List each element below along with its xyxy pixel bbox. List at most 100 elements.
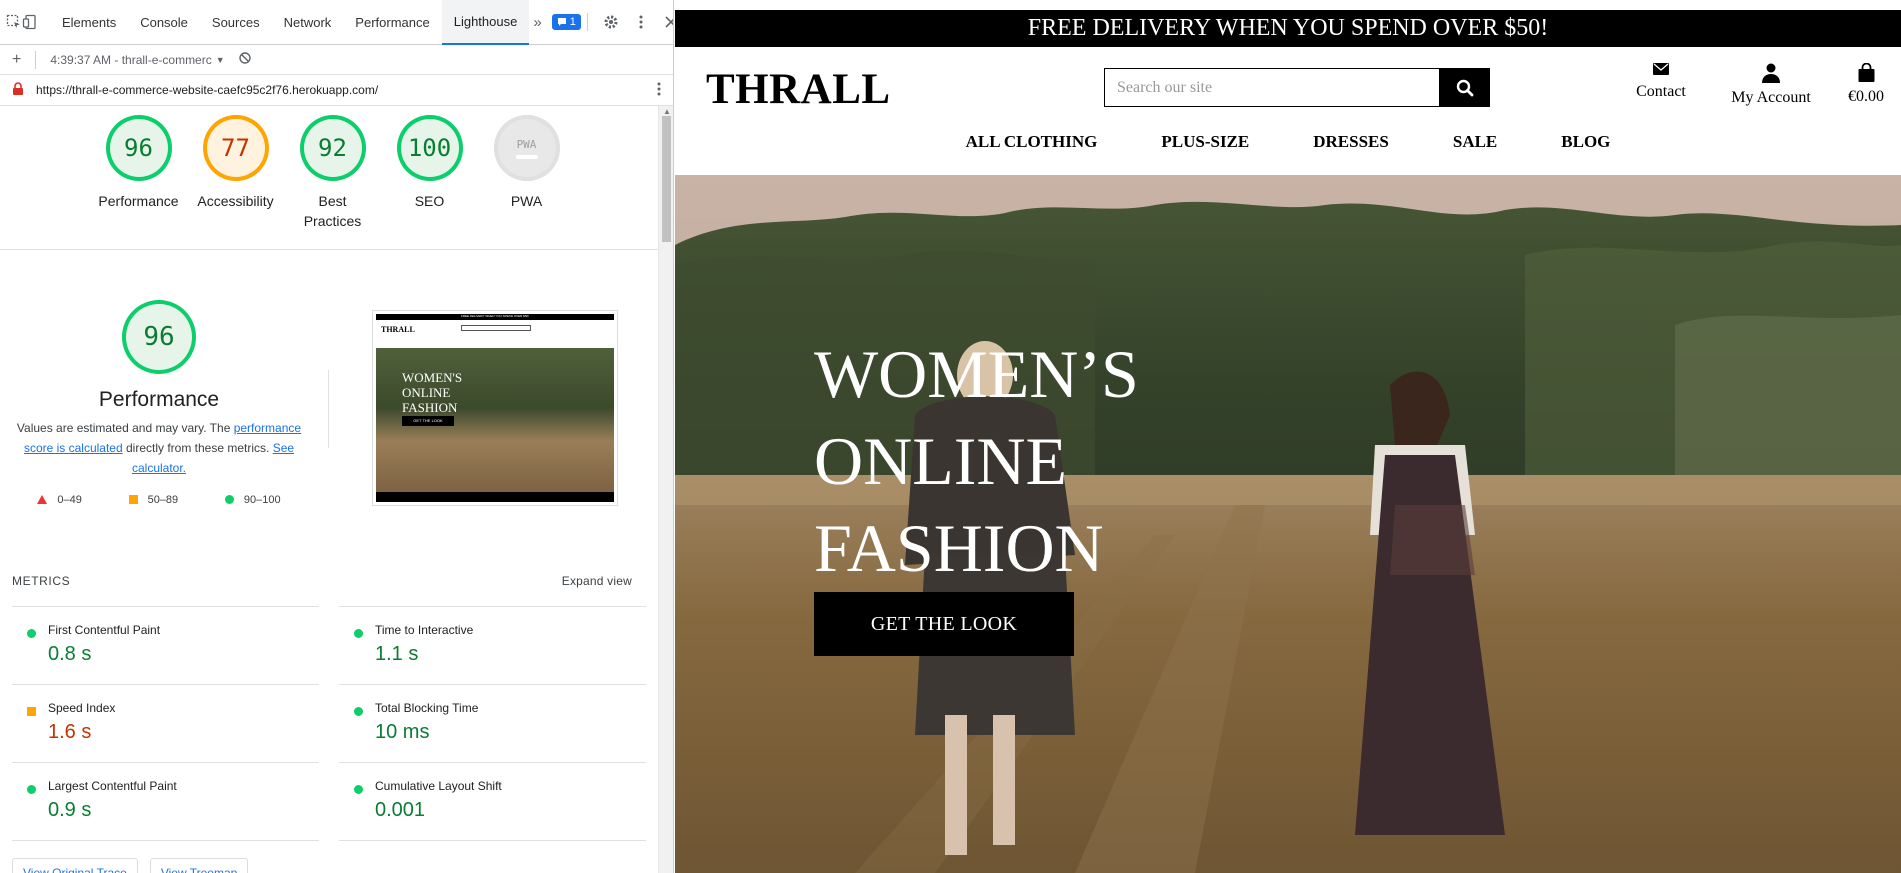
metric-value: 1.6 s <box>48 721 92 743</box>
cart-link[interactable]: €0.00 <box>1831 63 1901 107</box>
metric-label: Total Blocking Time <box>375 701 479 715</box>
gauge-label: SEO <box>414 193 445 209</box>
hero-title-line: FASHION <box>814 510 1104 586</box>
view-treemap-button[interactable]: View Treemap <box>149 858 249 873</box>
device-toolbar-icon[interactable] <box>22 9 38 35</box>
gauge-label: Accessibility <box>197 193 274 209</box>
performance-score-ring: 96 <box>122 300 196 374</box>
hero-title: WOMEN’S ONLINE FASHION <box>814 331 1334 592</box>
orange-square-icon <box>128 495 138 504</box>
search-button[interactable] <box>1440 68 1490 107</box>
legend-label: 0–49 <box>57 494 82 506</box>
pwa-dash <box>515 154 538 159</box>
performance-summary: 96 Performance Values are estimated and … <box>14 300 304 506</box>
gauge-performance[interactable]: 96 Performance <box>90 115 187 249</box>
metric-value: 0.9 s <box>48 799 92 821</box>
my-account-link[interactable]: My Account <box>1717 63 1825 107</box>
user-icon <box>1762 63 1780 83</box>
orange-square-icon <box>27 707 36 716</box>
thumbnail-footer <box>376 492 614 502</box>
tab-performance[interactable]: Performance <box>343 0 441 45</box>
tab-console[interactable]: Console <box>128 0 200 45</box>
metric-label: Speed Index <box>48 701 116 715</box>
toolbar-divider <box>586 13 588 31</box>
clear-all-icon[interactable] <box>238 52 251 67</box>
settings-gear-icon[interactable] <box>598 9 624 35</box>
issues-badge[interactable]: 1 <box>551 14 581 30</box>
report-scrollbar[interactable]: ▲ <box>658 106 673 873</box>
gauge-label: Performance <box>98 193 179 209</box>
scroll-up-icon[interactable]: ▲ <box>663 107 671 116</box>
green-circle-icon <box>27 629 36 638</box>
nav-item-plus-size[interactable]: PLUS-SIZE <box>1129 132 1281 152</box>
final-screenshot-thumbnail[interactable]: FREE DELIVERY WHEN YOU SPEND OVER $50! T… <box>372 310 618 506</box>
green-circle-icon <box>27 785 36 794</box>
nav-item-sale[interactable]: SALE <box>1421 132 1529 152</box>
search-form <box>1104 68 1490 107</box>
tab-lighthouse[interactable]: Lighthouse <box>441 0 530 45</box>
contact-link[interactable]: Contact <box>1607 63 1715 107</box>
site-logo[interactable]: THRALL <box>706 65 891 114</box>
report-time: 4:39:37 AM - thrall-e-commerc <box>50 52 212 67</box>
report-selector[interactable]: 4:39:37 AM - thrall-e-commerc ▼ <box>50 53 224 67</box>
report-actions: View Original Trace View Treemap <box>12 858 249 873</box>
view-original-trace-button[interactable]: View Original Trace <box>12 858 138 873</box>
envelope-icon <box>1653 63 1669 75</box>
scrollbar-thumb[interactable] <box>662 116 671 242</box>
close-icon[interactable] <box>658 9 673 35</box>
red-triangle-icon <box>37 495 48 504</box>
tab-sources[interactable]: Sources <box>200 0 272 45</box>
metric-label: Time to Interactive <box>375 623 474 637</box>
inspect-element-icon[interactable] <box>6 9 22 35</box>
legend-average: 50–89 <box>128 494 178 506</box>
nav-item-all-clothing[interactable]: ALL CLOTHING <box>934 132 1130 152</box>
gauge-label: Best Practices <box>303 193 362 229</box>
divider <box>12 840 319 841</box>
metric-value: 0.8 s <box>48 643 92 665</box>
metric-value: 1.1 s <box>375 643 419 665</box>
issues-count: 1 <box>569 16 576 28</box>
pwa-badge-icon: PWA <box>493 115 560 181</box>
pwa-badge-text: PWA <box>516 137 537 151</box>
green-circle-icon <box>354 707 363 716</box>
tab-elements[interactable]: Elements <box>50 0 128 45</box>
thumbnail-hero: WOMEN'S ONLINE FASHION GET THE LOOK <box>376 348 614 498</box>
promo-banner: FREE DELIVERY WHEN YOU SPEND OVER $50! <box>675 10 1901 47</box>
metric-speed-index: Speed Index 1.6 s <box>12 684 319 762</box>
nav-item-dresses[interactable]: DRESSES <box>1281 132 1421 152</box>
get-the-look-button[interactable]: GET THE LOOK <box>814 592 1074 656</box>
cart-total: €0.00 <box>1848 88 1884 105</box>
gauge-best-practices[interactable]: 92 Best Practices <box>284 115 381 249</box>
nav-item-blog[interactable]: BLOG <box>1529 132 1642 152</box>
green-circle-icon <box>224 495 234 504</box>
more-tabs-icon[interactable]: » <box>533 14 541 31</box>
legend-pass: 90–100 <box>224 494 281 506</box>
score-ring: 92 <box>299 115 366 181</box>
gauge-accessibility[interactable]: 77 Accessibility <box>187 115 284 249</box>
thumbnail-search <box>461 325 531 331</box>
thumbnail-header: THRALL <box>376 320 614 348</box>
desc-text: Values are estimated and may vary. The <box>16 421 234 435</box>
gauge-seo[interactable]: 100 SEO <box>381 115 478 249</box>
search-input[interactable] <box>1104 68 1440 107</box>
hero-title-line: ONLINE <box>814 423 1068 499</box>
thumbnail-hero-title: WOMEN'S ONLINE FASHION <box>402 370 463 415</box>
expand-view-toggle[interactable]: Expand view <box>562 574 632 588</box>
tab-network[interactable]: Network <box>272 0 344 45</box>
devtools-tab-bar: Elements Console Sources Network Perform… <box>0 0 673 45</box>
hero-section: WOMEN’S ONLINE FASHION GET THE LOOK <box>675 175 1901 873</box>
score-gauges: 96 Performance 77 Accessibility 92 Best … <box>0 106 658 250</box>
new-report-icon[interactable]: + <box>12 51 21 69</box>
metrics-title: METRICS <box>12 574 71 588</box>
dropdown-caret-icon: ▼ <box>215 54 225 65</box>
kebab-menu-icon[interactable] <box>628 9 654 35</box>
message-icon <box>557 18 566 26</box>
gauge-pwa[interactable]: PWA PWA <box>478 115 575 249</box>
thumbnail-content: FREE DELIVERY WHEN YOU SPEND OVER $50! T… <box>376 314 614 502</box>
devtools-actions <box>581 9 673 35</box>
url-menu-icon[interactable] <box>657 82 661 99</box>
report-url[interactable]: https://thrall-e-commerce-website-caefc9… <box>36 83 378 97</box>
score-ring: 96 <box>105 115 172 181</box>
devtools-panel: Elements Console Sources Network Perform… <box>0 0 674 873</box>
metric-total-blocking-time: Total Blocking Time 10 ms <box>339 684 646 762</box>
